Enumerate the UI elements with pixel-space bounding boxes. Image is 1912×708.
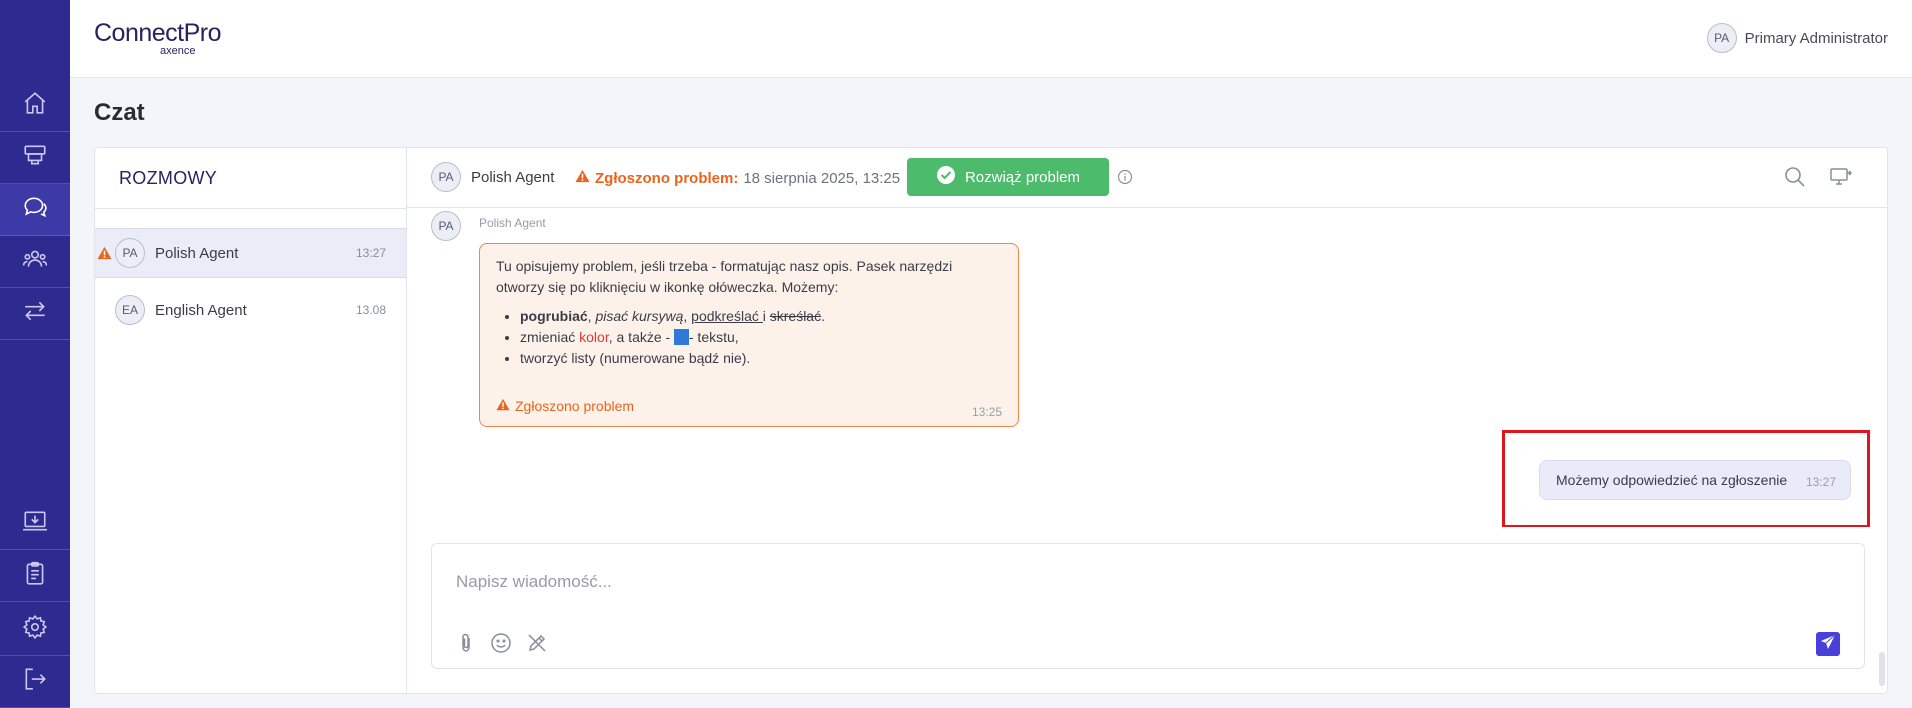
- message-list-items: pogrubiać, pisać kursywą, podkreślać i s…: [520, 306, 1002, 369]
- logout-icon: [22, 666, 48, 697]
- conversation-name: Polish Agent: [155, 245, 239, 262]
- nav-transfer[interactable]: [0, 288, 70, 340]
- text-separator: ,: [683, 308, 692, 324]
- problem-date: 18 sierpnia 2025, 13:25: [743, 169, 901, 187]
- nav-download[interactable]: [0, 498, 70, 550]
- nav-chat[interactable]: [0, 184, 70, 236]
- text-segment: - tekstu,: [688, 329, 739, 345]
- chat-card: ROZMOWY PA Polish Agent 13:27 EA English…: [94, 147, 1888, 694]
- nav-settings[interactable]: [0, 604, 70, 656]
- chat-icon: [22, 194, 48, 225]
- problem-flag: Zgłoszono problem: [496, 396, 634, 417]
- user-avatar: PA: [1706, 23, 1737, 53]
- home-icon: [22, 90, 48, 121]
- devices-icon: [22, 142, 48, 173]
- main-sidebar: [0, 0, 70, 708]
- gear-icon: [22, 614, 48, 645]
- download-icon: [22, 508, 48, 539]
- emoji-icon[interactable]: [490, 632, 512, 659]
- message-sender: Polish Agent: [479, 216, 546, 230]
- bold-text: pogrubiać: [520, 308, 588, 324]
- search-icon[interactable]: [1783, 165, 1807, 194]
- user-menu[interactable]: PA Primary Administrator: [1706, 23, 1888, 53]
- logo-text: ConnectPro: [94, 19, 222, 47]
- users-icon: [22, 246, 48, 277]
- nav-home[interactable]: [0, 80, 70, 132]
- problem-flag-label: Zgłoszono problem: [515, 398, 635, 414]
- page-title: Czat: [94, 99, 145, 126]
- list-item: tworzyć listy (numerowane bądź nie).: [520, 348, 1002, 369]
- app-logo[interactable]: ConnectPro axence: [94, 19, 222, 57]
- message-intro: Tu opisujemy problem, jeśli trzeba - for…: [496, 258, 953, 295]
- avatar: PA: [115, 238, 145, 268]
- conversation-time: 13.08: [355, 303, 386, 317]
- check-circle-icon: [936, 165, 956, 189]
- scrollbar-thumb[interactable]: [1879, 652, 1885, 686]
- message-input[interactable]: [456, 570, 1836, 594]
- list-item: pogrubiać, pisać kursywą, podkreślać i s…: [520, 306, 1002, 327]
- italic-text: pisać kursywą: [595, 308, 684, 324]
- colored-text: kolor: [579, 329, 609, 345]
- clipboard-icon: [22, 560, 48, 591]
- conversation-item-polish-agent[interactable]: PA Polish Agent 13:27: [95, 228, 406, 278]
- paperclip-icon[interactable]: [456, 632, 476, 659]
- nav-users[interactable]: [0, 236, 70, 288]
- message-time: 13:25: [971, 405, 1002, 419]
- avatar: EA: [115, 295, 145, 325]
- problem-label: Zgłoszono problem:: [595, 169, 739, 187]
- user-name: Primary Administrator: [1744, 29, 1888, 47]
- text-separator: .: [821, 308, 825, 324]
- nav-devices[interactable]: [0, 132, 70, 184]
- logo-subtext: axence: [160, 45, 196, 57]
- send-button[interactable]: [1816, 632, 1840, 656]
- resolve-problem-label: Rozwiąż problem: [964, 168, 1081, 186]
- text-segment: , a także -: [608, 329, 675, 345]
- send-icon: [1820, 634, 1836, 655]
- info-icon[interactable]: [1117, 169, 1133, 190]
- underlined-text: podkreślać: [691, 308, 763, 324]
- message-list[interactable]: PA Polish Agent Tu opisujemy problem, je…: [407, 209, 1887, 527]
- conversation-name: English Agent: [155, 302, 247, 319]
- message-composer: [431, 543, 1865, 669]
- agent-avatar: PA: [431, 162, 461, 192]
- chat-header: PA Polish Agent Zgłoszono problem: 18 si…: [407, 148, 1887, 208]
- highlighted-text: tło: [674, 329, 689, 345]
- warning-icon: [575, 169, 590, 187]
- problem-status: Zgłoszono problem: 18 sierpnia 2025, 13:…: [575, 169, 900, 187]
- remote-desktop-icon[interactable]: [1829, 165, 1853, 194]
- text-separator: i: [762, 308, 770, 324]
- transfer-icon: [22, 298, 48, 329]
- text-segment: zmieniać: [520, 329, 580, 345]
- top-bar: ConnectPro axence PA Primary Administrat…: [70, 0, 1912, 78]
- nav-clipboard[interactable]: [0, 550, 70, 602]
- conversation-time: 13:27: [355, 246, 386, 260]
- incoming-message: Tu opisujemy problem, jeśli trzeba - for…: [479, 243, 1019, 427]
- warning-icon: [496, 396, 510, 417]
- strikethrough-text: skreślać: [769, 308, 822, 324]
- text-formatting-icon[interactable]: [526, 632, 548, 659]
- agent-name: Polish Agent: [471, 169, 555, 186]
- conversation-panel: ROZMOWY PA Polish Agent 13:27 EA English…: [95, 148, 407, 693]
- resolve-problem-button[interactable]: Rozwiąż problem: [907, 158, 1109, 196]
- conversations-title: ROZMOWY: [119, 168, 218, 188]
- warning-icon: [97, 246, 112, 265]
- annotation-highlight-box: [1502, 430, 1870, 527]
- divider: [95, 208, 407, 209]
- conversation-item-english-agent[interactable]: EA English Agent 13.08: [95, 286, 406, 336]
- list-item: zmieniać kolor, a także - tło- tekstu,: [520, 327, 1002, 348]
- message-avatar: PA: [431, 211, 461, 241]
- nav-logout[interactable]: [0, 656, 70, 708]
